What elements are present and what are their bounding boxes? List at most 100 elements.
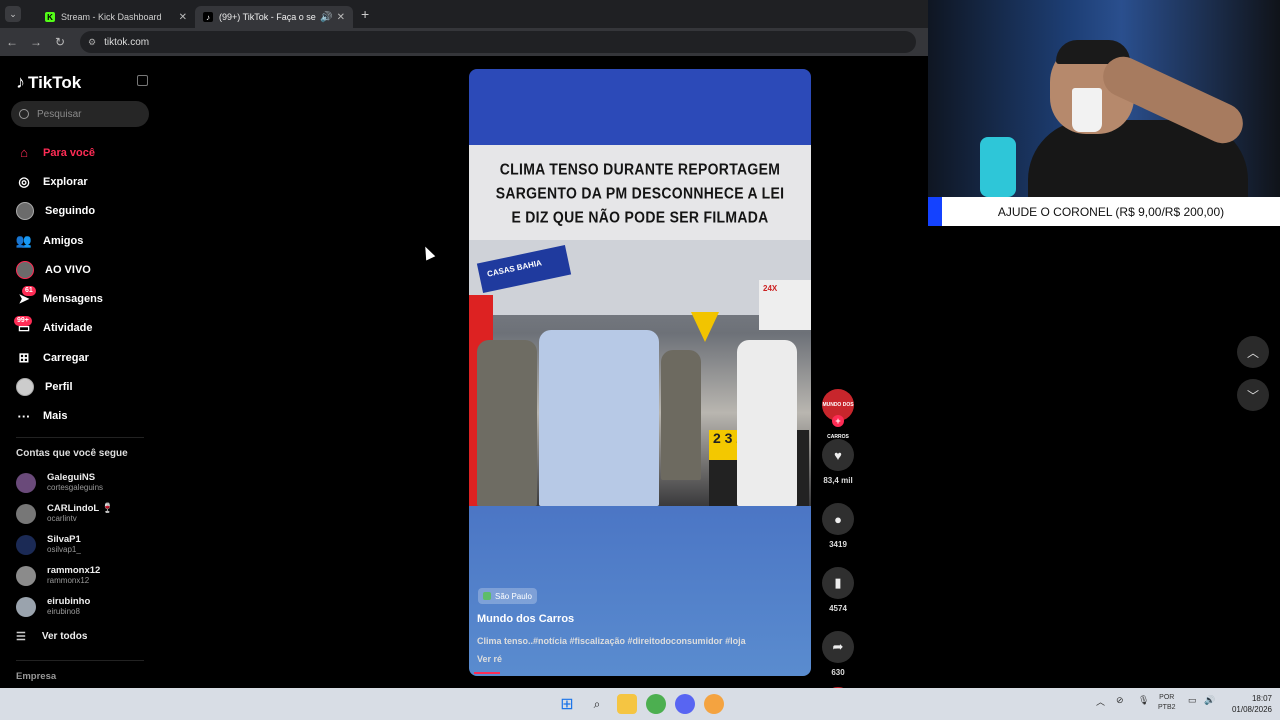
menu-item-upload[interactable]: ⊞ Carregar [16, 343, 103, 372]
followed-account[interactable]: SilvaP1 osilvap1_ [16, 530, 114, 561]
clock[interactable]: 18:07 01/08/2026 [1224, 693, 1272, 715]
menu-label: Mensagens [43, 293, 103, 306]
previous-video-button[interactable]: ︿ [1237, 336, 1269, 368]
account-username: rammonx12 [47, 575, 90, 585]
search-icon[interactable]: ⌕ [587, 694, 607, 714]
followed-account[interactable]: CARLindoL 🍷 ocarlintv [16, 499, 114, 530]
account-username: cortesgaleguins [47, 483, 104, 493]
windows-taskbar: ⊞ ⌕ ︿ ⊘ 🎙 POR PTB2 ▭ 🔊 18:07 01/08/2026 [0, 688, 1280, 720]
like-count: 83,4 mil [823, 476, 853, 485]
menu-item-for-you[interactable]: ⌂ Para você [16, 138, 103, 167]
followed-account[interactable]: GaleguiNS cortesgaleguins [16, 468, 114, 499]
followed-account[interactable]: rammonx12 rammonx12 [16, 560, 114, 591]
discord-icon[interactable] [675, 694, 695, 714]
mouse-cursor-icon [420, 244, 436, 261]
share-action[interactable]: ➦ 630 [822, 631, 854, 677]
save-action[interactable]: ▮ 4574 [822, 567, 854, 613]
followed-account[interactable]: eirubinho eirubino8 [16, 591, 114, 622]
browser-tab-tiktok[interactable]: ♪ (99+) TikTok - Faça o seu dia 🔊 ✕ [195, 6, 353, 28]
browser-toolbar: ← → ↻ ⚙ tiktok.com [0, 28, 928, 56]
menu-item-profile[interactable]: Perfil [16, 372, 103, 401]
compass-icon: ◎ [18, 173, 30, 189]
account-name: CARLindoL 🍷 [47, 503, 114, 515]
tray-volume-icon[interactable]: 🔊 [1204, 695, 1215, 706]
company-link[interactable]: Empresa [16, 671, 56, 682]
search-box[interactable] [11, 101, 149, 127]
chrome-icon[interactable] [646, 694, 666, 714]
list-icon: ☰ [16, 631, 26, 644]
search-input[interactable] [37, 108, 137, 120]
video-progress-bar[interactable] [474, 672, 500, 674]
menu-item-friends[interactable]: 👥 Amigos [16, 226, 103, 255]
yellow-arrow-icon [691, 312, 719, 342]
officer-figure [477, 340, 537, 506]
account-name: SilvaP1 [47, 533, 81, 545]
comment-icon[interactable]: ● [822, 503, 854, 535]
tray-mic-icon[interactable]: 🎙 [1138, 695, 1149, 706]
tray-display-icon[interactable]: ▭ [1188, 695, 1197, 706]
tray-network-icon[interactable]: ⊘ [1116, 695, 1124, 706]
video-scene: CASAS BAHIA 24X 2 3 2 [469, 240, 811, 506]
activity-badge: 99+ [14, 315, 32, 326]
menu-item-explore[interactable]: ◎ Explorar [16, 167, 103, 196]
lang-line: PTB2 [1158, 704, 1176, 711]
divider [16, 660, 144, 661]
back-arrow-icon[interactable]: ← [0, 35, 24, 49]
tab-title: (99+) TikTok - Faça o seu dia [219, 12, 316, 22]
avatar [16, 534, 36, 555]
caption-line: SARGENTO DA PM DESCONNHECE A LEI [495, 183, 785, 202]
menu-item-more[interactable]: ··· Mais [16, 402, 103, 431]
divider [16, 437, 144, 438]
url-text: tiktok.com [104, 36, 150, 48]
tab-title: Stream - Kick Dashboard [61, 12, 162, 22]
kick-icon: K [45, 12, 55, 22]
comment-action[interactable]: ● 3419 [822, 503, 854, 549]
account-name: eirubinho [47, 595, 91, 607]
tray-chevron-icon[interactable]: ︿ [1096, 695, 1105, 708]
following-avatar-icon [16, 202, 34, 221]
menu-item-following[interactable]: Seguindo [16, 197, 103, 226]
site-info-icon[interactable]: ⚙ [88, 37, 96, 48]
home-icon: ⌂ [20, 145, 28, 161]
tiktok-logo[interactable]: ♪ TikTok [16, 72, 81, 93]
menu-item-live[interactable]: AO VIVO [16, 255, 103, 284]
account-name: GaleguiNS [47, 472, 96, 484]
see-more-link[interactable]: Ver ré [477, 654, 502, 664]
close-tab-icon[interactable]: ✕ [337, 12, 345, 23]
save-count: 4574 [829, 604, 847, 613]
speaker-icon[interactable]: 🔊 [320, 12, 332, 23]
time: 18:07 [1251, 694, 1272, 703]
tab-search-button[interactable]: ⌄ [5, 6, 21, 22]
file-explorer-icon[interactable] [617, 694, 637, 714]
share-icon[interactable]: ➦ [822, 631, 854, 663]
follow-plus-icon[interactable]: + [832, 415, 844, 427]
address-bar[interactable]: ⚙ tiktok.com [80, 31, 916, 53]
creator-avatar[interactable]: MUNDO DOS CARROS + [822, 389, 854, 440]
browser-tab-kick[interactable]: K Stream - Kick Dashboard ✕ [37, 6, 195, 28]
video-player[interactable]: CLIMA TENSO DURANTE REPORTAGEM SARGENTO … [469, 69, 811, 676]
collapse-sidebar-icon[interactable] [137, 75, 148, 86]
new-tab-button[interactable]: + [361, 6, 369, 22]
video-author[interactable]: Mundo dos Carros [477, 613, 574, 625]
see-all-button[interactable]: ☰ Ver todos [16, 622, 114, 652]
menu-item-messages[interactable]: ➤ 61 Mensagens [16, 284, 103, 313]
more-icon: ··· [17, 408, 31, 424]
browser-tab-strip: ⌄ K Stream - Kick Dashboard ✕ ♪ (99+) Ti… [0, 0, 928, 28]
windows-start-icon[interactable]: ⊞ [557, 694, 577, 714]
app-icon[interactable] [704, 694, 724, 714]
bookmark-icon[interactable]: ▮ [822, 567, 854, 599]
tiktok-sidebar: ♪ TikTok ⌂ Para você ◎ Explorar Seguindo… [0, 58, 160, 688]
account-username: ocarlintv [47, 514, 77, 524]
language-indicator[interactable]: POR PTB2 [1158, 693, 1176, 713]
menu-item-activity[interactable]: ▭ 99+ Atividade [14, 314, 103, 343]
donation-goal-banner: AJUDE O CORONEL (R$ 9,00/R$ 200,00) [928, 197, 1280, 226]
officer-figure [661, 350, 701, 480]
next-video-button[interactable]: ﹀ [1237, 379, 1269, 411]
avatar [16, 596, 36, 617]
location-chip[interactable]: São Paulo [478, 588, 537, 604]
forward-arrow-icon[interactable]: → [24, 35, 48, 49]
menu-label: Amigos [43, 234, 84, 247]
close-tab-icon[interactable]: ✕ [179, 12, 187, 23]
reload-icon[interactable]: ↻ [48, 35, 72, 49]
live-icon [16, 260, 34, 279]
